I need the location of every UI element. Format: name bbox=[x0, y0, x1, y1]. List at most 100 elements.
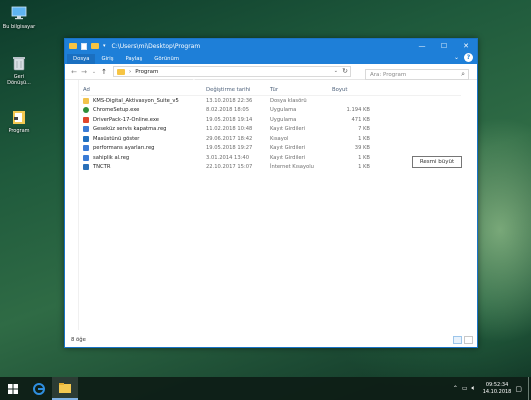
title-bar[interactable]: ▾ C:\Users\mi\Desktop\Program — ☐ ✕ bbox=[65, 39, 477, 53]
status-bar: 8 öğe bbox=[71, 337, 86, 343]
file-row[interactable]: DriverPack-17-Online.exe 19.05.2018 19:1… bbox=[81, 115, 461, 125]
tab-share[interactable]: Paylaş bbox=[119, 54, 148, 64]
new-folder-icon[interactable] bbox=[91, 43, 99, 49]
breadcrumb[interactable]: Program bbox=[135, 69, 158, 75]
quick-access-toolbar: ▾ bbox=[69, 42, 106, 50]
file-name: TNCTR bbox=[93, 164, 111, 171]
address-bar[interactable]: › Program ⌄ ↻ bbox=[113, 66, 351, 77]
file-size: 7 KB bbox=[358, 126, 370, 133]
start-button[interactable] bbox=[0, 377, 26, 400]
file-row[interactable]: sahiplik al.reg 3.01.2014 13:40 Kayıt Gi… bbox=[81, 153, 461, 163]
file-explorer-window: ▾ C:\Users\mi\Desktop\Program — ☐ ✕ Dosy… bbox=[64, 38, 478, 348]
file-row[interactable]: Geseküz servis kapatma.reg 11.02.2018 10… bbox=[81, 125, 461, 135]
recent-locations-icon[interactable]: ⌄ bbox=[89, 69, 99, 75]
file-date: 19.05.2018 19:14 bbox=[206, 116, 253, 123]
back-icon[interactable]: ← bbox=[69, 68, 79, 76]
notifications-icon[interactable]: ▢ bbox=[515, 385, 522, 393]
maximize-button[interactable]: ☐ bbox=[433, 39, 455, 53]
file-size: 471 KB bbox=[351, 116, 370, 123]
file-list: Ad Değiştirme tarihi Tür Boyut KMS-Digit… bbox=[81, 85, 461, 172]
taskbar-edge[interactable] bbox=[26, 377, 52, 400]
file-name: Masüstünü göster bbox=[93, 135, 140, 142]
volume-icon[interactable]: 🔈︎ bbox=[472, 384, 476, 393]
file-size: 1 KB bbox=[358, 154, 370, 161]
tab-file[interactable]: Dosya bbox=[67, 54, 96, 64]
file-type: Kayıt Girdileri bbox=[270, 154, 306, 161]
file-date: 11.02.2018 10:48 bbox=[206, 126, 253, 133]
desktop-icon-label: Bu bilgisayar bbox=[2, 24, 36, 30]
desktop-icon-recycle-bin[interactable]: Geri Dönüşü... bbox=[2, 54, 36, 86]
file-date: 3.01.2014 13:40 bbox=[206, 154, 249, 161]
details-view-icon[interactable] bbox=[453, 336, 462, 344]
window-title: C:\Users\mi\Desktop\Program bbox=[111, 42, 201, 50]
column-headers: Ad Değiştirme tarihi Tür Boyut bbox=[81, 85, 461, 96]
clock[interactable]: 09:52:34 14.10.2018 bbox=[483, 382, 512, 396]
help-icon[interactable]: ? bbox=[464, 53, 473, 62]
clock-time: 09:52:34 bbox=[485, 381, 509, 388]
file-name: DriverPack-17-Online.exe bbox=[93, 116, 159, 123]
file-type: Kayıt Girdileri bbox=[270, 145, 306, 152]
file-date: 13.10.2018 22:36 bbox=[206, 97, 253, 104]
taskbar-file-explorer[interactable] bbox=[52, 377, 78, 400]
file-date: 19.05.2018 19:27 bbox=[206, 145, 253, 152]
chevron-down-icon[interactable]: ⌄ bbox=[334, 68, 338, 74]
shortcut-icon bbox=[83, 135, 89, 142]
file-size: 1 KB bbox=[358, 135, 370, 142]
forward-icon[interactable]: → bbox=[79, 68, 89, 76]
large-icons-view-icon[interactable] bbox=[464, 336, 473, 344]
file-size: 1.194 KB bbox=[346, 107, 370, 114]
chrome-icon bbox=[83, 107, 89, 114]
search-input[interactable]: Ara: Program ⌕ bbox=[365, 69, 469, 80]
taskbar: ⌃ ▭ 🔈︎ 09:52:34 14.10.2018 ▢ bbox=[0, 377, 531, 400]
file-type: İnternet Kısayolu bbox=[270, 164, 314, 171]
chevron-down-icon[interactable]: ▾ bbox=[103, 43, 106, 49]
file-row[interactable]: Masüstünü göster 29.06.2017 18:42 Kısayo… bbox=[81, 134, 461, 144]
ribbon-tabs: Dosya Giriş Paylaş Görünüm ⌄ ? bbox=[65, 53, 477, 64]
properties-icon[interactable] bbox=[81, 42, 87, 50]
column-header-type[interactable]: Tür bbox=[270, 87, 330, 93]
file-name: performans ayarları.reg bbox=[93, 145, 155, 152]
file-name: ChromeSetup.exe bbox=[93, 107, 140, 114]
tab-home[interactable]: Giriş bbox=[95, 54, 119, 64]
file-type: Kısayol bbox=[270, 135, 289, 142]
file-row[interactable]: ChromeSetup.exe 8.02.2018 18:05 Uygulama… bbox=[81, 106, 461, 116]
chevron-down-icon[interactable]: ⌄ bbox=[454, 54, 459, 61]
file-name: sahiplik al.reg bbox=[93, 154, 130, 161]
desktop-icon-this-pc[interactable]: Bu bilgisayar bbox=[2, 4, 36, 30]
file-type: Uygulama bbox=[270, 107, 297, 114]
file-size: 1 KB bbox=[358, 164, 370, 171]
computer-icon bbox=[11, 6, 27, 20]
chevron-right-icon[interactable]: › bbox=[129, 69, 131, 75]
system-tray: ⌃ ▭ 🔈︎ 09:52:34 14.10.2018 ▢ bbox=[453, 377, 527, 400]
folder-icon bbox=[69, 43, 77, 49]
file-explorer-icon bbox=[59, 382, 71, 393]
internet-shortcut-icon bbox=[83, 164, 89, 171]
column-header-name[interactable]: Ad bbox=[81, 87, 206, 93]
close-button[interactable]: ✕ bbox=[455, 39, 477, 53]
registry-icon bbox=[83, 126, 89, 133]
network-icon[interactable]: ▭ bbox=[462, 385, 468, 392]
desktop-icon-label: Program bbox=[8, 128, 30, 134]
file-type: Dosya klasörü bbox=[270, 97, 307, 104]
refresh-icon[interactable]: ↻ bbox=[342, 67, 348, 75]
file-type: Uygulama bbox=[270, 116, 297, 123]
file-row[interactable]: KMS-Digital_Aktivasyon_Suite_v5 13.10.20… bbox=[81, 96, 461, 106]
minimize-button[interactable]: — bbox=[411, 39, 433, 53]
file-date: 22.10.2017 15:07 bbox=[206, 164, 253, 171]
file-name: Geseküz servis kapatma.reg bbox=[93, 126, 167, 133]
up-icon[interactable]: ↑ bbox=[99, 68, 109, 76]
file-date: 29.06.2017 18:42 bbox=[206, 135, 253, 142]
desktop-icon-program[interactable]: Program bbox=[2, 108, 36, 134]
recycle-bin-icon bbox=[13, 57, 25, 71]
file-type: Kayıt Girdileri bbox=[270, 126, 306, 133]
chevron-up-icon[interactable]: ⌃ bbox=[453, 385, 458, 392]
column-header-date[interactable]: Değiştirme tarihi bbox=[206, 87, 270, 93]
navigation-pane[interactable] bbox=[65, 80, 79, 330]
tab-view[interactable]: Görünüm bbox=[148, 54, 185, 64]
file-row[interactable]: performans ayarları.reg 19.05.2018 19:27… bbox=[81, 144, 461, 154]
search-placeholder: Ara: Program bbox=[370, 71, 407, 78]
column-header-size[interactable]: Boyut bbox=[330, 87, 370, 93]
folder-icon bbox=[117, 68, 125, 75]
file-row[interactable]: TNCTR 22.10.2017 15:07 İnternet Kısayolu… bbox=[81, 163, 461, 173]
folder-icon bbox=[13, 111, 25, 124]
